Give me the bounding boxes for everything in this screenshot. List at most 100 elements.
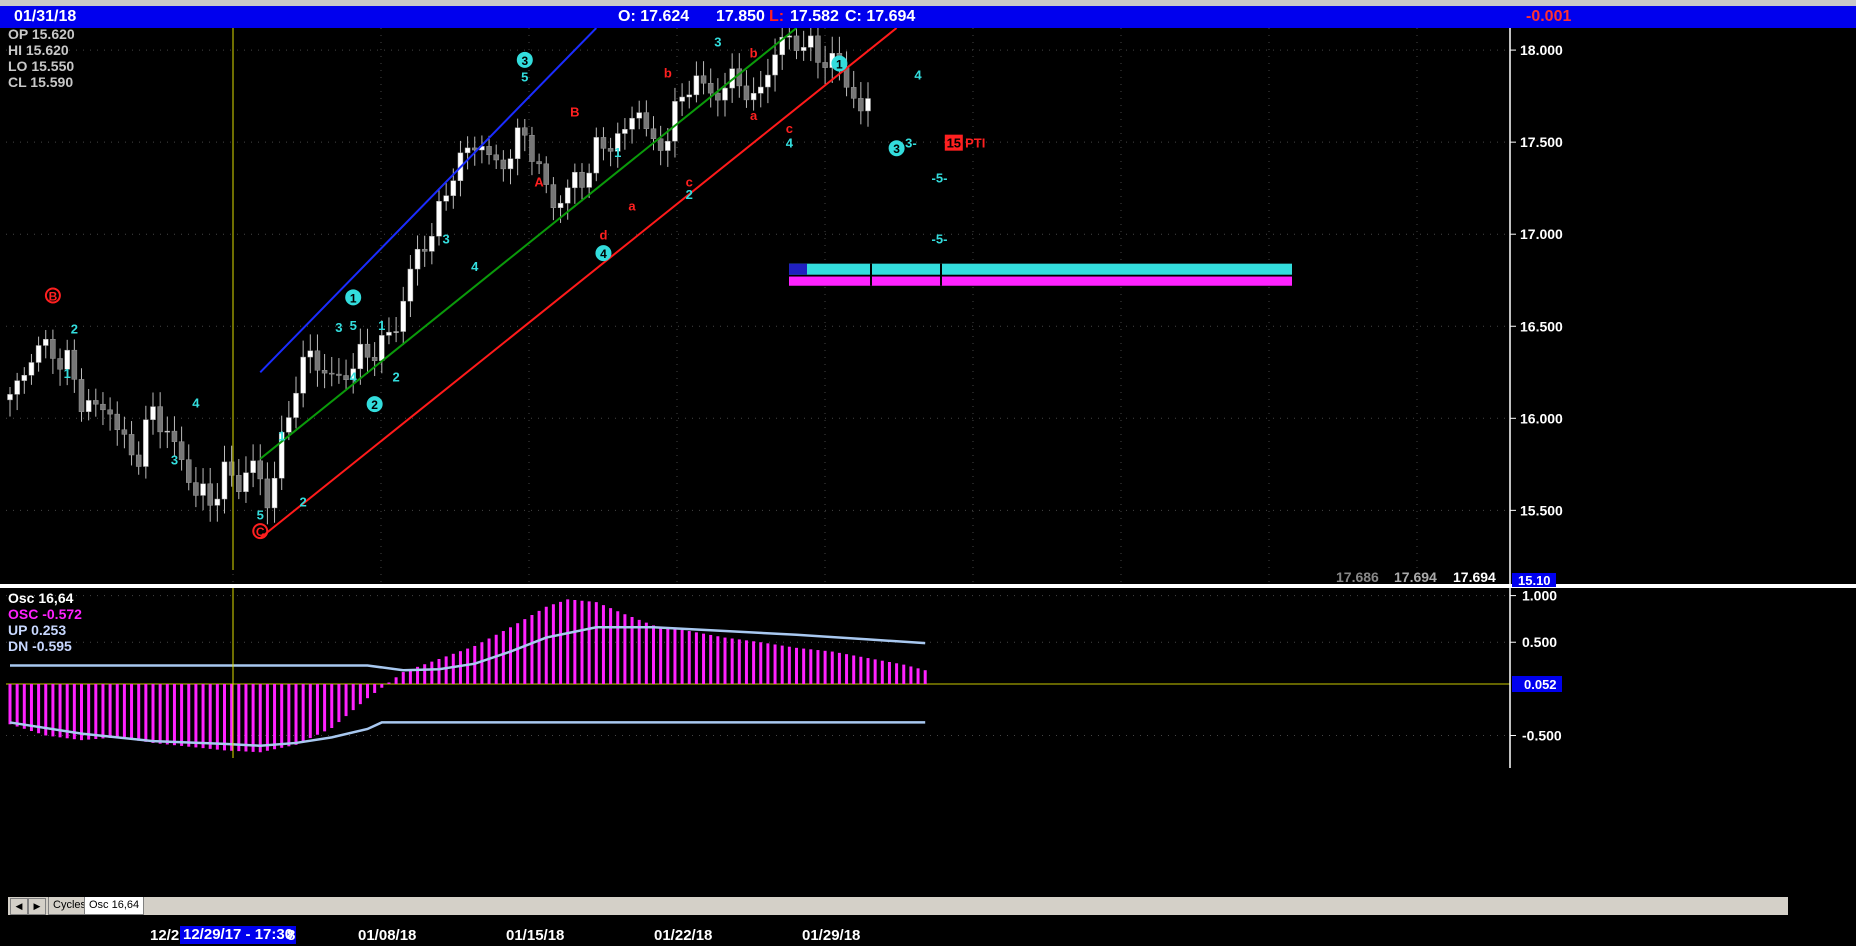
candle-body [536, 161, 542, 165]
candle-body [643, 112, 650, 130]
candle-body [107, 409, 113, 415]
candle-body [329, 372, 335, 375]
wave-label: 5 [521, 69, 528, 84]
wave-label: C [256, 525, 265, 539]
candle-body [450, 180, 457, 196]
candle-body [414, 248, 421, 270]
next-tab-button[interactable]: ▶ [28, 898, 46, 915]
candle-body [650, 128, 657, 139]
candle-body [815, 35, 821, 63]
candle-body [772, 54, 778, 76]
tab-osc[interactable]: Osc 16,64 [84, 897, 145, 915]
candle-body [343, 375, 349, 380]
candle-body [221, 461, 228, 500]
wave-label: 3- [905, 136, 917, 151]
candle-body [715, 92, 721, 101]
date-tick-0129: 01/29/18 [802, 927, 861, 944]
candle-body [808, 35, 814, 48]
readout-a: 17.686 [1336, 569, 1379, 585]
wave-label: 4 [786, 136, 794, 151]
wave-label: 5 [350, 318, 357, 333]
osc-axis-tag-group: 0.052 [1512, 676, 1562, 693]
wave-label: 3 [443, 231, 450, 246]
candle-body [765, 74, 771, 88]
wave-label: 2 [392, 369, 399, 384]
candle-body [743, 85, 750, 101]
wave-label: 4 [471, 259, 479, 274]
candle-body [186, 459, 192, 483]
pti-magenta-band [789, 276, 1292, 286]
candle-body [858, 98, 864, 112]
candle-body [307, 350, 314, 358]
candle-body [543, 163, 549, 185]
wave-label: 3 [521, 54, 528, 68]
candle-body [243, 472, 249, 492]
candle-body [557, 202, 564, 209]
candle-body [171, 430, 178, 442]
candle-body [214, 498, 221, 506]
readout-c: 17.694 [1453, 569, 1496, 585]
wave-label: B [570, 104, 579, 119]
candle-body [150, 406, 156, 420]
osc-value: OSC -0.572 [8, 606, 82, 622]
price-tick-label: 18.000 [1520, 42, 1563, 58]
candle-body [14, 380, 20, 395]
date-axis: 12/2 12/29/17 - 17:30 8 01/08/18 01/15/1… [0, 924, 1856, 946]
wave-label: 1 [378, 318, 385, 333]
chart-area[interactable]: 15.500 16.000 16.500 17.000 17.500 18.000 B 2 1… [0, 28, 1856, 894]
candle-body [200, 483, 206, 496]
candle-body [722, 87, 728, 101]
candle-body [693, 75, 700, 96]
candle-body [421, 248, 428, 252]
date-tick-0108: 01/08/18 [358, 927, 417, 944]
price-tick-label: 15.500 [1520, 502, 1563, 518]
wave-label: 3 [171, 452, 178, 467]
candle-body [121, 429, 128, 435]
cursor-date: 12/29/17 - 17:30 [180, 926, 297, 944]
candle-body [564, 187, 571, 204]
candle-body [78, 379, 85, 412]
ohlc-box: OP 15.620 HI 15.620 LO 15.550 CL 15.590 [8, 28, 75, 90]
candle-body [529, 134, 535, 162]
candle-body [21, 374, 28, 381]
price-pane-bg [6, 28, 1510, 584]
wave-label: 3 [714, 34, 721, 49]
candle-body [193, 482, 199, 496]
prev-tab-button[interactable]: ◀ [10, 898, 28, 915]
candle-body [386, 331, 392, 336]
osc-info-box: Osc 16,64 OSC -0.572 UP 0.253 DN -0.595 [8, 590, 82, 654]
candle-body [607, 148, 614, 152]
wave-label: 4 [192, 395, 200, 410]
candle-body [514, 127, 521, 159]
candle-body [672, 101, 678, 142]
candle-body [507, 158, 514, 170]
header-date: 01/31/18 [14, 8, 77, 25]
candle-body [622, 129, 628, 134]
candle-body [850, 87, 857, 99]
candle-body [71, 349, 78, 380]
candle-body [257, 460, 263, 480]
candle-body [371, 357, 378, 361]
wave-label: 1 [614, 145, 621, 160]
candle-body [28, 362, 35, 376]
candle-body [407, 268, 414, 302]
osc-tick-label: -0.500 [1522, 727, 1562, 743]
wave-label: b [664, 66, 672, 81]
readout-b: 17.694 [1394, 569, 1437, 585]
price-tick-label: 16.000 [1520, 410, 1563, 426]
quote-header: 01/31/18 O: 17.624 17.850 L: 17.582 C: 1… [0, 6, 1856, 28]
wave-label: 4 [350, 369, 358, 384]
osc-axis-tag: 0.052 [1524, 677, 1557, 692]
pti-badge: 15 [947, 136, 961, 151]
wave-label: 1 [64, 366, 71, 381]
pti-blue-cap [789, 263, 807, 275]
candle-body [493, 154, 499, 161]
header-high: 17.850 [716, 8, 765, 25]
header-change: -0.001 [1526, 8, 1572, 25]
candle-body [35, 345, 42, 363]
wave-label: a [750, 108, 758, 123]
candle-body [164, 430, 171, 433]
price-axis-tag: 15.10 [1518, 573, 1551, 588]
osc-up: UP 0.253 [8, 622, 66, 638]
candle-body [500, 159, 507, 170]
